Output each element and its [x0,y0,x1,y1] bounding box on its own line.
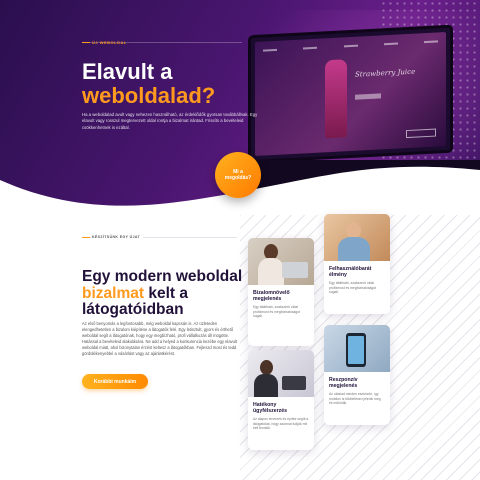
feature-card-responsive: Reszponzív megjelenés Az oldalad minden … [324,325,390,425]
feature-card-ux: Felhasználóbarát élmény Egy átlátható, s… [324,214,390,314]
hero-title-line1: Elavult a [82,59,173,84]
card-title: Bizalomnövelő megjelenés [253,290,290,302]
card-image-woman-desk [248,350,314,397]
section-title: Egy modern weboldal bizalmat kelt a láto… [82,268,252,319]
card-title: Hatékony ügyfélszerzés [253,402,288,414]
solution-button[interactable]: Mi a megoldás? [215,152,261,198]
eyebrow-accent [82,42,90,43]
card-image-man-tablet [324,214,390,261]
screen-button [406,128,436,139]
card-desc: Egy átlátható, szakszerű oldal profizmus… [253,305,301,319]
card-title: Felhasználóbarát élmény [329,266,372,278]
screen-headline: Strawberry Juice [355,67,416,79]
feature-card-trust: Bizalomnövelő megjelenés Egy átlátható, … [248,238,314,346]
section-divider-accent [82,237,90,238]
screen-line [355,93,381,100]
laptop-image: Strawberry Juice [248,24,453,164]
bottle-image [325,59,347,139]
card-desc: Egy átlátható, szakszerű oldal profizmus… [329,281,377,295]
card-desc: Az oldalad minden eszközön, így mobilon … [329,392,381,406]
previous-work-button[interactable]: Korábbi munkáim [82,374,148,389]
hero-eyebrow: ÚJ WEBOLDAL [92,40,127,45]
card-title: Reszponzív megjelenés [329,377,358,389]
section-text: Az első benyomás a legfontosabb, még web… [82,321,237,356]
card-image-woman-laptop [248,238,314,285]
card-image-phone-hands [324,325,390,372]
section-eyebrow: KÉSZÍTSÜNK EGY ÚJAT [92,235,144,239]
laptop-screen: Strawberry Juice [255,31,446,157]
card-desc: Az alapos tervezés és építés segíti a lá… [253,417,309,431]
section-title-accent: bizalmat [82,284,145,302]
screen-nav [263,38,438,53]
feature-card-clients: Hatékony ügyfélszerzés Az alapos tervezé… [248,350,314,450]
section-title-part1: Egy modern weboldal [82,268,243,285]
hero-text: Ha a weboldalad avult vagy nehezen haszn… [82,112,258,130]
hero-title-line2: weboldalad? [82,83,216,108]
